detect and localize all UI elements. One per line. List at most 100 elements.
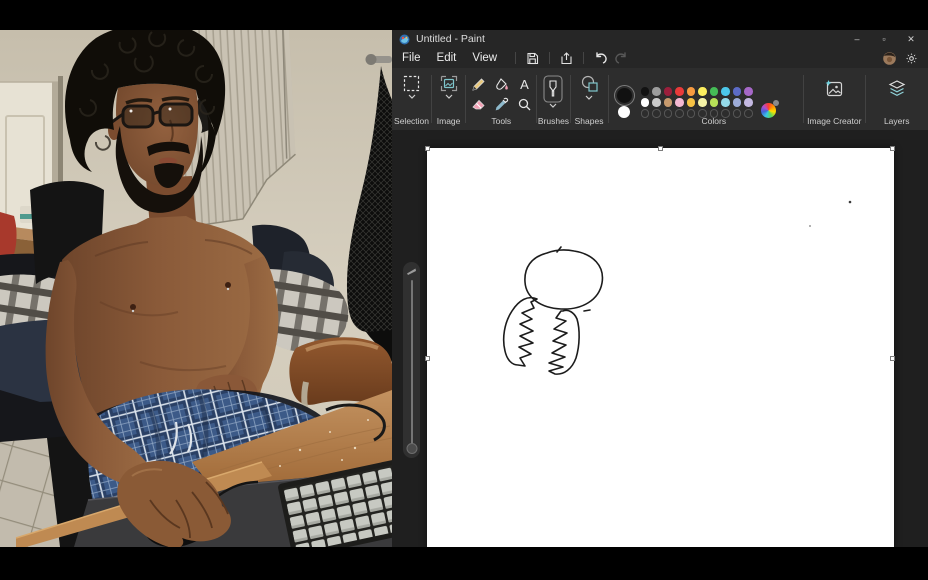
shapes-label: Shapes <box>571 116 608 126</box>
color-swatch[interactable] <box>721 98 730 107</box>
selection-icon[interactable] <box>403 75 420 92</box>
glasses <box>112 104 192 127</box>
menus: FileEditView <box>394 50 505 66</box>
tools-group: A Tools <box>466 68 536 130</box>
image-label: Image <box>432 116 465 126</box>
divider <box>583 52 584 64</box>
svg-text:A: A <box>520 77 529 92</box>
brush-size-icon <box>406 267 417 276</box>
brushes-icon[interactable] <box>543 75 563 103</box>
color-swatch[interactable] <box>652 87 661 96</box>
color-swatch[interactable] <box>733 98 742 107</box>
color-swatch[interactable] <box>744 98 753 107</box>
color-swatch[interactable] <box>687 87 696 96</box>
chevron-down-icon[interactable] <box>585 95 593 100</box>
chevron-down-icon[interactable] <box>549 103 557 108</box>
color-swatch[interactable] <box>710 87 719 96</box>
sketch-dash <box>584 310 590 311</box>
menu-item[interactable]: File <box>394 50 429 66</box>
image-creator-icon[interactable] <box>824 79 844 98</box>
ribbon-toolbar: Selection Image <box>392 68 928 130</box>
colors-label: Colors <box>617 116 811 126</box>
color-swatch[interactable] <box>698 98 707 107</box>
letterbox-top <box>0 0 928 30</box>
canvas-resize-handle-left-middle[interactable] <box>425 356 430 361</box>
canvas-drawing <box>427 148 894 547</box>
workspace <box>392 130 928 547</box>
menu-bar: FileEditView <box>392 48 928 68</box>
canvas-resize-handle-top-center[interactable] <box>658 146 663 151</box>
color-swatch[interactable] <box>664 87 673 96</box>
share-icon[interactable] <box>560 52 573 65</box>
image-creator-group[interactable]: Image Creator <box>804 68 865 130</box>
close-button[interactable]: ✕ <box>904 34 918 45</box>
image-group[interactable]: Image <box>432 68 465 130</box>
layers-icon[interactable] <box>887 79 907 98</box>
letterbox-bottom <box>0 547 928 580</box>
maximize-button[interactable]: ▫ <box>877 34 891 44</box>
shapes-group[interactable]: Shapes <box>571 68 608 130</box>
canvas-resize-handle-top-left[interactable] <box>425 146 430 151</box>
pencil-tool-icon[interactable] <box>471 77 486 92</box>
tools-label: Tools <box>466 116 536 126</box>
sketch-head <box>525 250 603 309</box>
color-swatch[interactable] <box>664 98 673 107</box>
color-swatch[interactable] <box>675 87 684 96</box>
paint-window: Untitled - Paint – ▫ ✕ FileEditView <box>392 30 928 547</box>
eraser-tool-icon[interactable] <box>471 97 486 112</box>
red-bag <box>0 212 17 260</box>
color-swatch[interactable] <box>710 98 719 107</box>
account-avatar[interactable] <box>883 52 896 65</box>
shapes-icon[interactable] <box>580 75 599 93</box>
undo-icon[interactable] <box>594 52 608 65</box>
webcam-scene <box>0 30 392 547</box>
brush-size-slider[interactable] <box>403 262 420 458</box>
colors-group: Colors <box>609 68 803 130</box>
selection-group[interactable]: Selection <box>392 68 431 130</box>
color-picker-tool-icon[interactable] <box>494 97 509 112</box>
stray-dot-faint <box>809 225 811 227</box>
minimize-button[interactable]: – <box>850 34 864 44</box>
color-swatch[interactable] <box>721 87 730 96</box>
foreground-color-swatch[interactable] <box>617 88 632 103</box>
save-icon[interactable] <box>526 52 539 65</box>
slider-thumb[interactable] <box>406 443 417 454</box>
canvas-resize-handle-right-middle[interactable] <box>890 356 895 361</box>
sketch-left-wing <box>504 298 537 366</box>
settings-gear-icon[interactable] <box>905 52 918 65</box>
chevron-down-icon[interactable] <box>445 94 453 99</box>
color-palette <box>641 87 753 118</box>
layers-label: Layers <box>865 116 927 126</box>
sketch-right-wing <box>549 310 579 374</box>
fill-tool-icon[interactable] <box>494 77 509 92</box>
color-swatch[interactable] <box>641 87 650 96</box>
drawing-canvas[interactable] <box>427 148 894 547</box>
paint-app-icon <box>399 34 410 45</box>
color-swatch[interactable] <box>675 98 684 107</box>
webcam-video-frame <box>0 30 392 547</box>
menu-item[interactable]: View <box>464 50 505 66</box>
color-swatch[interactable] <box>652 98 661 107</box>
menu-item[interactable]: Edit <box>429 50 465 66</box>
text-tool-icon[interactable]: A <box>517 77 532 92</box>
slider-track[interactable] <box>411 280 413 448</box>
color-swatch[interactable] <box>744 87 753 96</box>
brushes-label: Brushes <box>537 116 569 126</box>
image-icon[interactable] <box>440 75 458 92</box>
window-title: Untitled - Paint <box>416 33 485 45</box>
color-swatch[interactable] <box>698 87 707 96</box>
canvas-resize-handle-top-right[interactable] <box>890 146 895 151</box>
redo-icon[interactable] <box>614 52 628 65</box>
magnifier-tool-icon[interactable] <box>517 97 532 112</box>
color-swatch[interactable] <box>641 98 650 107</box>
chevron-down-icon[interactable] <box>408 94 416 99</box>
selection-label: Selection <box>392 116 431 126</box>
layers-group[interactable]: Layers <box>865 68 927 130</box>
image-creator-label: Image Creator <box>804 116 865 126</box>
divider <box>549 52 550 64</box>
color-swatch[interactable] <box>687 98 696 107</box>
divider <box>515 52 516 64</box>
brushes-group[interactable]: Brushes <box>537 68 569 130</box>
stray-dot <box>849 201 852 204</box>
color-swatch[interactable] <box>733 87 742 96</box>
